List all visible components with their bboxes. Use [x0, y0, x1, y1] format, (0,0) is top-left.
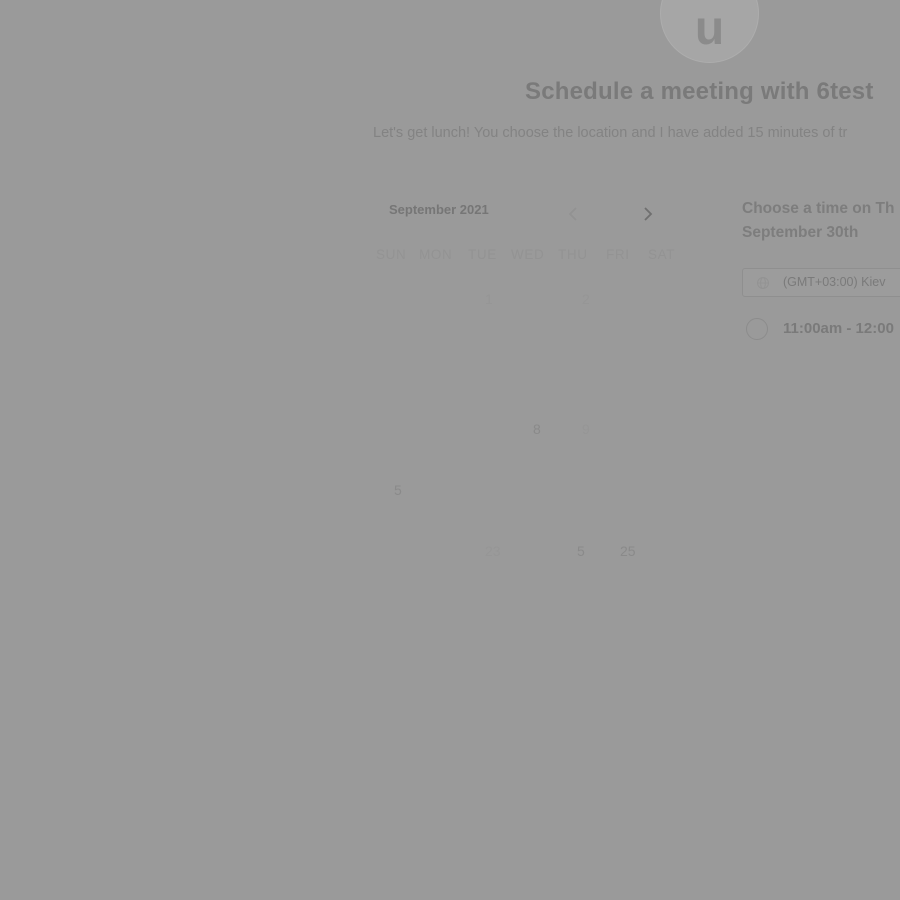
calendar-day[interactable]: 5	[394, 482, 402, 498]
scheduling-page: u Schedule a meeting with 6test Let's ge…	[0, 0, 900, 900]
weekday-sat: SAT	[648, 247, 676, 262]
weekday-header-row: SUN MON TUE WED THU FRI SAT	[370, 247, 690, 265]
time-slot-radio[interactable]	[746, 318, 768, 340]
avatar-letter: u	[694, 2, 725, 55]
previous-month-button[interactable]	[566, 204, 580, 224]
calendar-day[interactable]: 5	[577, 543, 585, 559]
event-description: Let's get lunch! You choose the location…	[373, 125, 848, 141]
weekday-sun: SUN	[376, 247, 407, 262]
page-title: Schedule a meeting with 6test	[525, 78, 874, 105]
weekday-wed: WED	[511, 247, 545, 262]
next-month-button[interactable]	[641, 204, 655, 224]
chevron-left-icon	[568, 207, 577, 221]
weekday-thu: THU	[558, 247, 588, 262]
calendar-day[interactable]: 1	[485, 291, 493, 307]
chevron-right-icon	[644, 207, 653, 221]
time-panel-heading-line2: September 30th	[742, 224, 859, 241]
time-slot-label[interactable]: 11:00am - 12:00	[783, 320, 894, 337]
calendar-day[interactable]: 8	[533, 421, 541, 437]
calendar-day[interactable]: 23	[485, 543, 501, 559]
calendar-day[interactable]: 2	[582, 291, 590, 307]
calendar-day[interactable]: 9	[582, 421, 590, 437]
calendar-month-label: September 2021	[389, 202, 489, 217]
timezone-label: (GMT+03:00) Kiev	[783, 275, 886, 289]
weekday-fri: FRI	[606, 247, 630, 262]
time-panel-heading: Choose a time on Th September 30th	[742, 197, 900, 245]
time-panel-heading-line1: Choose a time on Th	[742, 200, 895, 217]
globe-icon	[757, 277, 769, 289]
weekday-mon: MON	[419, 247, 453, 262]
avatar: u	[660, 0, 759, 63]
weekday-tue: TUE	[468, 247, 497, 262]
calendar-day[interactable]: 25	[620, 543, 636, 559]
